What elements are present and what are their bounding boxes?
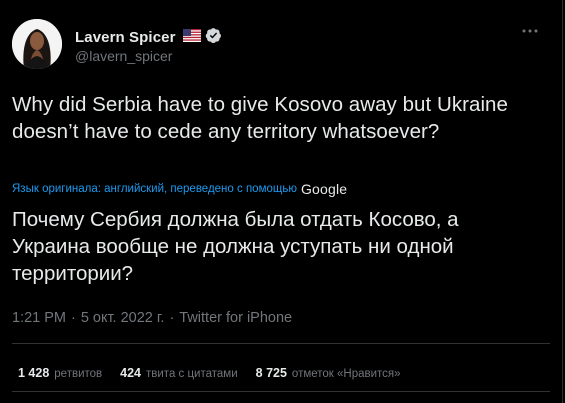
google-logo: Google [300,181,348,197]
likes-stat[interactable]: 8 725 отметок «Нравится» [256,366,401,380]
tweet-header: Lavern Spicer @lavern_spicer [12,19,552,75]
tweet: Lavern Spicer @lavern_spicer Why did Ser… [0,0,563,403]
quotes-count: 424 [120,366,141,380]
retweets-stat[interactable]: 1 428 ретвитов [18,366,102,380]
retweets-label: ретвитов [54,368,103,380]
tweet-text: Why did Serbia have to give Kosovo away … [12,93,508,143]
tweet-date[interactable]: 5 окт. 2022 г. [81,310,165,326]
meta-separator: · [71,310,76,326]
tweet-source[interactable]: Twitter for iPhone [179,310,292,326]
more-options-button[interactable] [518,19,542,43]
tweet-metadata: 1:21 PM · 5 окт. 2022 г. · Twitter for i… [12,310,292,326]
quotes-stat[interactable]: 424 твита с цитатами [120,366,238,380]
quotes-label: твита с цитатами [146,368,238,380]
author-names: Lavern Spicer @lavern_spicer [75,27,222,64]
likes-label: отметок «Нравится» [291,368,401,380]
divider [12,343,550,344]
translation-note[interactable]: Язык оригинала: английский, переведено с… [12,181,347,197]
avatar[interactable] [12,19,62,69]
likes-count: 8 725 [255,366,287,380]
verified-badge-icon [205,27,222,49]
author-handle[interactable]: @lavern_spicer [75,48,222,64]
us-flag-icon [182,28,201,47]
meta-separator: · [169,310,175,326]
divider [12,391,550,392]
translated-text: Почему Сербия должна была отдать Косово,… [12,208,459,285]
display-name[interactable]: Lavern Spicer [75,29,176,46]
retweets-count: 1 428 [18,366,50,380]
display-name-row: Lavern Spicer [75,27,222,49]
tweet-stats: 1 428 ретвитов 424 твита с цитатами 8 72… [18,366,419,380]
avatar-image [12,19,62,69]
tweet-time[interactable]: 1:21 PM [12,310,66,326]
more-horizontal-icon [522,29,538,33]
translation-note-text: Язык оригинала: английский, переведено с… [12,183,297,195]
